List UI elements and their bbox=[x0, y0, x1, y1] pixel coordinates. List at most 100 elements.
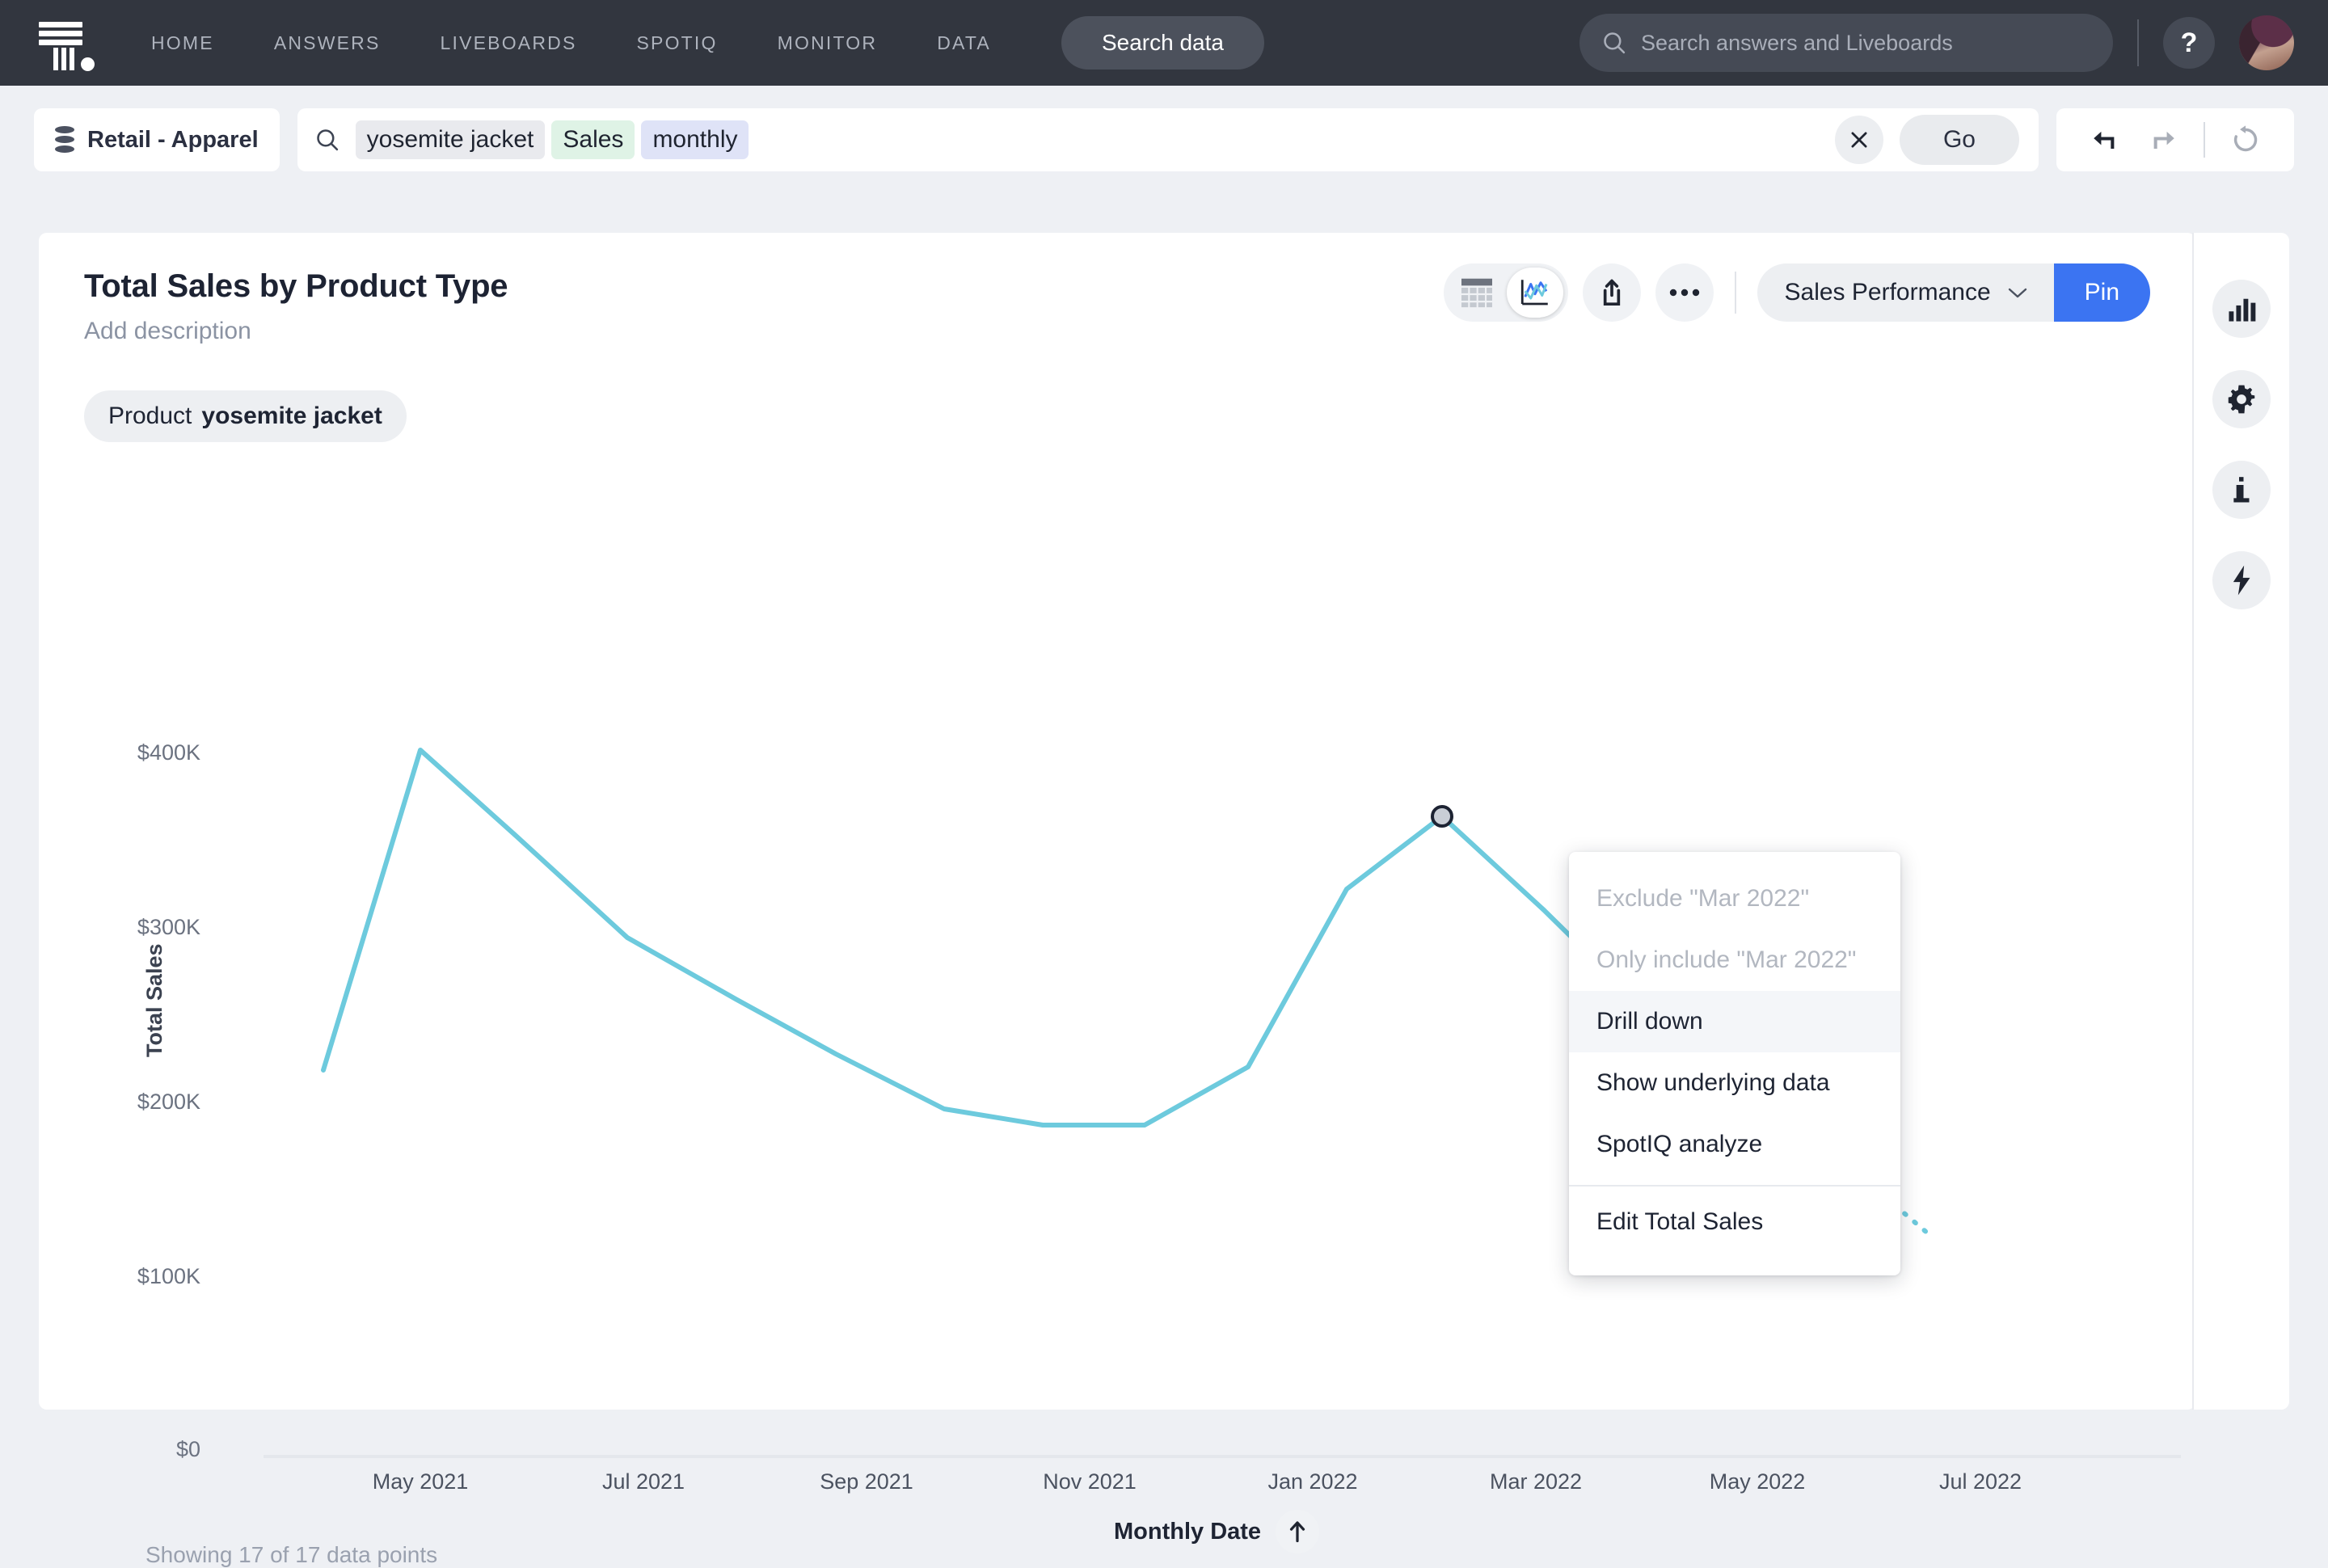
history-controls bbox=[2056, 108, 2294, 171]
x-axis-tick-jul-2022: Jul 2022 bbox=[1938, 1469, 2022, 1494]
data-source-selector[interactable]: Retail - Apparel bbox=[34, 108, 280, 171]
query-actions: Go bbox=[1834, 115, 2022, 165]
x-axis-tick-mar-2022: Mar 2022 bbox=[1489, 1469, 1583, 1494]
right-sidebar bbox=[2192, 233, 2289, 1410]
query-token-sales[interactable]: Sales bbox=[551, 120, 635, 159]
undo-button[interactable] bbox=[2079, 114, 2131, 166]
liveboard-select[interactable]: Sales Performance bbox=[1757, 263, 2054, 322]
go-button[interactable]: Go bbox=[1899, 115, 2019, 165]
table-icon bbox=[1461, 278, 1492, 308]
data-source-label: Retail - Apparel bbox=[87, 126, 259, 153]
reset-circular-arrow-icon bbox=[2233, 125, 2258, 152]
sidebar-item-info[interactable] bbox=[2212, 461, 2271, 519]
x-axis-tick-may-2022: May 2022 bbox=[1709, 1469, 1806, 1494]
redo-button[interactable] bbox=[2137, 114, 2189, 166]
redo-arrow-icon bbox=[2153, 131, 2174, 149]
context-menu-divider bbox=[1569, 1185, 1900, 1187]
sidebar-item-chart-config[interactable] bbox=[2212, 280, 2271, 338]
nav-item-answers[interactable]: ANSWERS bbox=[244, 32, 411, 54]
x-axis-tick-may-2021: May 2021 bbox=[372, 1469, 469, 1494]
y-axis-tick-0: $0 bbox=[175, 1437, 200, 1461]
x-axis-tick-jan-2022: Jan 2022 bbox=[1267, 1469, 1358, 1494]
bar-chart-icon bbox=[2229, 298, 2256, 322]
x-axis-tick-jul-2021: Jul 2021 bbox=[601, 1469, 685, 1494]
table-view-button[interactable] bbox=[1449, 268, 1505, 318]
context-menu-item-only-include: Only include "Mar 2022" bbox=[1596, 946, 1857, 973]
y-axis-tick-100k: $100K bbox=[137, 1264, 200, 1288]
answer-card: Total Sales by Product Type Add descript… bbox=[39, 233, 2195, 1567]
data-points-count: Showing 17 of 17 data points bbox=[146, 1542, 438, 1567]
answer-header: Total Sales by Product Type Add descript… bbox=[39, 233, 2195, 345]
query-token-monthly[interactable]: monthly bbox=[641, 120, 749, 159]
add-description-field[interactable]: Add description bbox=[84, 318, 2150, 345]
query-token-list: yosemite jacket Sales monthly bbox=[355, 120, 749, 159]
more-options-button[interactable] bbox=[1655, 263, 1714, 322]
pin-button[interactable]: Pin bbox=[2053, 263, 2150, 322]
undo-arrow-icon bbox=[2094, 131, 2115, 149]
user-avatar[interactable] bbox=[2239, 15, 2294, 70]
global-search-placeholder: Search answers and Liveboards bbox=[1641, 30, 1953, 55]
x-axis-title: Monthly Date bbox=[1114, 1518, 1262, 1545]
ellipsis-icon bbox=[1669, 289, 1699, 297]
chevron-down-icon bbox=[2008, 288, 2026, 298]
y-axis-tick-300k: $300K bbox=[137, 915, 200, 939]
global-search-input[interactable]: Search answers and Liveboards bbox=[1579, 14, 2113, 72]
top-navigation-bar: HOME ANSWERS LIVEBOARDS SPOTIQ MONITOR D… bbox=[0, 0, 2328, 86]
nav-item-liveboards[interactable]: LIVEBOARDS bbox=[411, 32, 607, 54]
nav-item-monitor[interactable]: MONITOR bbox=[748, 32, 908, 54]
context-menu-item-drill-down[interactable]: Drill down bbox=[1569, 991, 1900, 1052]
x-axis-line bbox=[264, 1455, 2181, 1458]
search-icon bbox=[1604, 32, 1626, 54]
nav-divider bbox=[2137, 19, 2139, 66]
y-axis-title: Total Sales bbox=[142, 943, 167, 1057]
query-bar-row: Retail - Apparel yosemite jacket Sales m… bbox=[0, 86, 2328, 194]
context-menu-item-edit-total-sales[interactable]: Edit Total Sales bbox=[1569, 1191, 1900, 1253]
sidebar-item-settings[interactable] bbox=[2212, 370, 2271, 428]
filter-chip-field: Product bbox=[108, 403, 192, 429]
gear-icon bbox=[2228, 385, 2255, 414]
context-menu-item-show-underlying-data[interactable]: Show underlying data bbox=[1569, 1052, 1900, 1114]
x-axis-tick-nov-2021: Nov 2021 bbox=[1043, 1469, 1137, 1494]
history-divider bbox=[2204, 122, 2205, 158]
nav-right-group: Search answers and Liveboards ? bbox=[1579, 14, 2328, 72]
context-menu: Exclude "Mar 2022" Only include "Mar 202… bbox=[1569, 852, 1900, 1275]
context-menu-item-exclude: Exclude "Mar 2022" bbox=[1596, 885, 1810, 912]
info-icon bbox=[2233, 477, 2250, 503]
sort-ascending-button[interactable] bbox=[1276, 1510, 1320, 1553]
app-logo[interactable] bbox=[0, 15, 121, 71]
lightning-bolt-icon bbox=[2233, 565, 2250, 596]
thoughtspot-logo-icon[interactable] bbox=[36, 15, 95, 71]
reset-button[interactable] bbox=[2220, 114, 2271, 166]
share-upload-icon bbox=[1603, 279, 1620, 306]
visualization-toggle bbox=[1443, 263, 1568, 322]
context-menu-item-spotiq-analyze[interactable]: SpotIQ analyze bbox=[1569, 1114, 1900, 1175]
nav-item-data[interactable]: DATA bbox=[907, 32, 1021, 54]
toolbar-divider bbox=[1734, 272, 1736, 314]
liveboard-select-label: Sales Performance bbox=[1784, 279, 1991, 306]
search-icon bbox=[316, 129, 338, 151]
nav-item-home[interactable]: HOME bbox=[121, 32, 244, 54]
x-axis-tick-sep-2021: Sep 2021 bbox=[820, 1469, 913, 1494]
arrow-up-icon bbox=[1289, 1521, 1305, 1543]
pin-group: Sales Performance Pin bbox=[1757, 263, 2150, 322]
search-data-button[interactable]: Search data bbox=[1061, 16, 1264, 70]
answer-toolbar: Sales Performance Pin bbox=[1443, 263, 2150, 322]
share-button[interactable] bbox=[1582, 263, 1641, 322]
sales-line-series bbox=[321, 748, 1740, 1128]
primary-nav: HOME ANSWERS LIVEBOARDS SPOTIQ MONITOR D… bbox=[121, 32, 1021, 54]
chart-view-button[interactable] bbox=[1506, 268, 1563, 318]
database-icon bbox=[55, 126, 74, 154]
help-button[interactable]: ? bbox=[2163, 17, 2215, 69]
line-chart-icon bbox=[1520, 280, 1548, 306]
x-axis-title-group: Monthly Date bbox=[1114, 1510, 1320, 1553]
close-icon bbox=[1851, 132, 1867, 148]
filter-chip[interactable]: Product yosemite jacket bbox=[84, 390, 407, 442]
y-axis-tick-200k: $200K bbox=[137, 1090, 200, 1114]
clear-query-button[interactable] bbox=[1834, 116, 1883, 164]
search-query-input[interactable]: yosemite jacket Sales monthly Go bbox=[297, 108, 2039, 171]
y-axis-tick-400k: $400K bbox=[137, 740, 200, 765]
selected-data-point-mar-2022[interactable] bbox=[1431, 805, 1453, 828]
query-token-product[interactable]: yosemite jacket bbox=[355, 120, 546, 159]
sidebar-item-spotiq[interactable] bbox=[2212, 551, 2271, 609]
nav-item-spotiq[interactable]: SPOTIQ bbox=[607, 32, 748, 54]
